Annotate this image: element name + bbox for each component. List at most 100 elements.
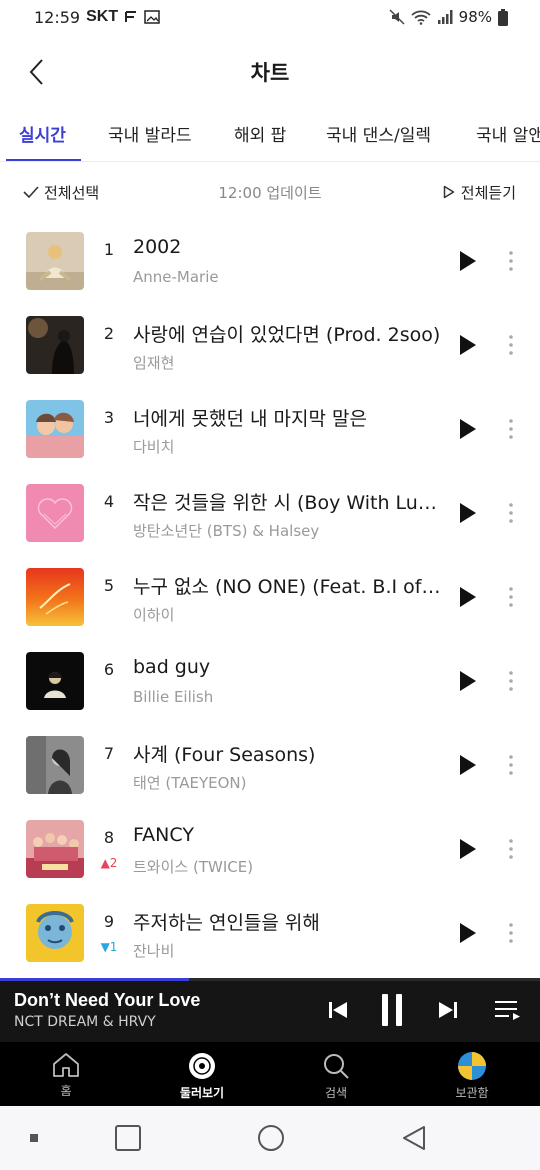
song-row[interactable]: 7 사계 (Four Seasons) 태연 (TAEYEON) [0, 724, 540, 808]
album-art[interactable] [26, 484, 84, 542]
tab-korean-dance[interactable]: 국내 댄스/일렉 [326, 114, 431, 160]
album-art[interactable] [26, 316, 84, 374]
system-menu-button[interactable] [16, 1122, 52, 1154]
active-tab-indicator [6, 159, 81, 161]
select-all-label: 전체선택 [44, 183, 100, 202]
song-row[interactable]: 4 작은 것들을 위한 시 (Boy With Luv… 방탄소년단 (BTS)… [0, 472, 540, 556]
bottom-navigation: 홈 둘러보기 검색 보관함 [0, 1042, 540, 1106]
play-song-button[interactable] [454, 414, 482, 444]
play-outline-icon [443, 185, 455, 199]
more-options-button[interactable] [500, 330, 522, 360]
play-icon [460, 755, 476, 775]
album-art[interactable] [26, 568, 84, 626]
rank-number: 9 [103, 912, 115, 931]
playlist-button[interactable] [492, 992, 524, 1028]
album-art[interactable] [26, 232, 84, 290]
album-art[interactable] [26, 400, 84, 458]
more-options-button[interactable] [500, 582, 522, 612]
nav-browse[interactable]: 둘러보기 [142, 1042, 262, 1106]
rank-number: 1 [103, 240, 115, 259]
album-art[interactable] [26, 820, 84, 878]
mini-player[interactable]: Don’t Need Your Love NCT DREAM & HRVY [0, 978, 540, 1042]
song-row[interactable]: 1 2002 Anne-Marie [0, 220, 540, 304]
play-all-button[interactable]: 전체듣기 [443, 182, 516, 203]
song-title: 누구 없소 (NO ONE) (Feat. B.I of i… [133, 576, 443, 598]
select-all-button[interactable]: 전체선택 [22, 182, 99, 203]
song-artist: 이하이 [133, 606, 175, 624]
next-track-button[interactable] [434, 992, 462, 1028]
recent-apps-button[interactable] [110, 1122, 146, 1154]
pause-button[interactable] [376, 992, 408, 1028]
more-options-button[interactable] [500, 246, 522, 276]
battery-percent: 98% [458, 8, 492, 26]
play-icon [460, 839, 476, 859]
more-options-button[interactable] [500, 834, 522, 864]
song-artist: 태연 (TAEYEON) [133, 774, 247, 792]
play-song-button[interactable] [454, 750, 482, 780]
previous-track-button[interactable] [324, 992, 352, 1028]
more-options-button[interactable] [500, 414, 522, 444]
song-row[interactable]: 8 ▲2 FANCY 트와이스 (TWICE) [0, 808, 540, 892]
play-song-button[interactable] [454, 834, 482, 864]
play-song-button[interactable] [454, 582, 482, 612]
song-artist: Anne-Marie [133, 268, 219, 286]
more-vertical-icon [509, 587, 513, 607]
status-bar: 12:59 SKT 98% [0, 0, 540, 34]
more-options-button[interactable] [500, 918, 522, 948]
album-art[interactable] [26, 904, 84, 962]
more-vertical-icon [509, 335, 513, 355]
more-vertical-icon [509, 755, 513, 775]
song-title: 2002 [133, 236, 182, 258]
play-song-button[interactable] [454, 498, 482, 528]
skip-next-icon [439, 1002, 457, 1018]
tab-korean-ballad[interactable]: 국내 발라드 [108, 114, 192, 160]
song-title: 사계 (Four Seasons) [133, 744, 316, 766]
recent-apps-icon [115, 1125, 141, 1151]
more-options-button[interactable] [500, 498, 522, 528]
play-song-button[interactable] [454, 330, 482, 360]
home-icon [53, 1053, 79, 1077]
nav-home[interactable]: 홈 [6, 1042, 126, 1106]
more-options-button[interactable] [500, 666, 522, 696]
signal-icon [437, 9, 453, 25]
play-icon [460, 923, 476, 943]
tab-foreign-pop[interactable]: 해외 팝 [234, 114, 286, 160]
rank-change-up: ▲2 [100, 856, 118, 870]
song-row[interactable]: 6 bad guy Billie Eilish [0, 640, 540, 724]
song-title: 작은 것들을 위한 시 (Boy With Luv… [133, 492, 443, 514]
song-row[interactable]: 2 사랑에 연습이 있었다면 (Prod. 2soo) 임재현 [0, 304, 540, 388]
more-vertical-icon [509, 419, 513, 439]
song-row[interactable]: 3 너에게 못했던 내 마지막 말은 다비치 [0, 388, 540, 472]
home-system-button[interactable] [253, 1122, 289, 1154]
tab-korean-rnb[interactable]: 국내 알앤 [476, 114, 540, 160]
more-options-button[interactable] [500, 750, 522, 780]
play-song-button[interactable] [454, 918, 482, 948]
back-button[interactable] [18, 54, 54, 90]
nav-browse-label: 둘러보기 [179, 1086, 225, 1100]
more-vertical-icon [509, 923, 513, 943]
play-song-button[interactable] [454, 666, 482, 696]
album-art[interactable] [26, 652, 84, 710]
tab-realtime[interactable]: 실시간 [19, 114, 66, 160]
song-row[interactable]: 5 누구 없소 (NO ONE) (Feat. B.I of i… 이하이 [0, 556, 540, 640]
play-icon [460, 335, 476, 355]
status-time: 12:59 [34, 7, 81, 27]
song-title: bad guy [133, 656, 211, 678]
status-right: 98% [389, 8, 508, 26]
song-row[interactable]: 9 ▼1 주저하는 연인들을 위해 잔나비 [0, 892, 540, 976]
playback-progress-bar[interactable] [0, 978, 540, 981]
battery-icon [498, 8, 508, 26]
system-back-button[interactable] [396, 1122, 432, 1154]
album-art[interactable] [26, 736, 84, 794]
checkmark-icon [23, 186, 39, 199]
back-triangle-icon [403, 1126, 425, 1150]
now-playing-title: Don’t Need Your Love [14, 990, 201, 1010]
wifi-icon [411, 9, 431, 25]
play-song-button[interactable] [454, 246, 482, 276]
nav-library[interactable]: 보관함 [412, 1042, 532, 1106]
rank-change-down: ▼1 [100, 940, 118, 954]
status-left: 12:59 SKT [34, 8, 160, 27]
playlist-queue-icon [495, 1001, 520, 1020]
play-icon [460, 587, 476, 607]
nav-search[interactable]: 검색 [276, 1042, 396, 1106]
